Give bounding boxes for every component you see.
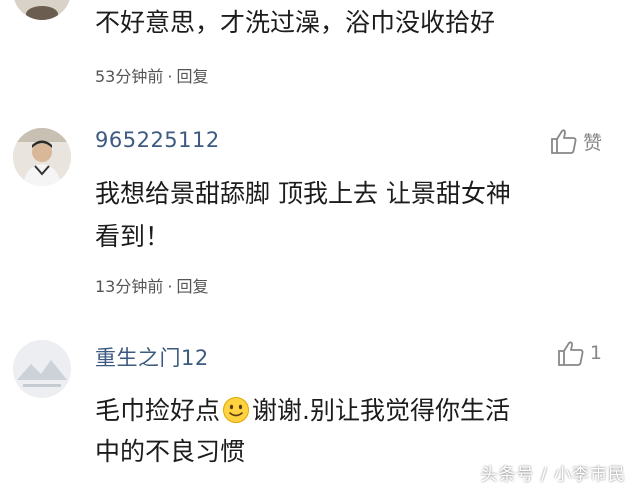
comment-text-part-b: 谢谢.别让我觉得你生活 [252,396,510,425]
comment-text-line-1: 我想给景甜舔脚 顶我上去 让景甜女神 [95,179,511,208]
username[interactable]: 重生之门12 [95,342,209,372]
like-count: 1 [589,342,602,364]
comment-text-part-a: 毛巾捡好点 [95,396,221,425]
watermark: 头条号 / 小李市民 [480,465,626,485]
avatar-image [13,340,71,398]
avatar[interactable] [13,340,71,398]
smile-emoji-icon [223,397,250,423]
meta-separator: · [167,277,173,296]
comment-text-line-2: 看到！ [95,222,171,251]
avatar[interactable] [13,128,71,186]
avatar-image [13,0,71,20]
comment-text: 不好意思，才洗过澡，浴巾没收拾好 [95,8,496,37]
like-label: 赞 [582,131,602,154]
comment-time: 13分钟前 [95,277,164,296]
like-button[interactable]: 赞 [549,126,602,156]
meta-separator: · [167,67,173,86]
comment-meta: 13分钟前 · 回复 [95,273,208,297]
reply-button[interactable]: 回复 [176,277,208,296]
reply-button[interactable]: 回复 [176,67,208,86]
thumbs-up-icon [551,129,577,154]
like-button[interactable]: 1 [556,338,602,368]
avatar-image [13,128,71,186]
comment-meta: 53分钟前 · 回复 [95,63,208,87]
comment-text-line-1: 毛巾捡好点 谢谢.别让我觉得你生活 [95,392,615,430]
username[interactable]: 965225112 [95,128,220,152]
comment-time: 53分钟前 [95,67,164,86]
thumbs-up-icon [558,341,584,366]
avatar[interactable] [13,0,71,20]
